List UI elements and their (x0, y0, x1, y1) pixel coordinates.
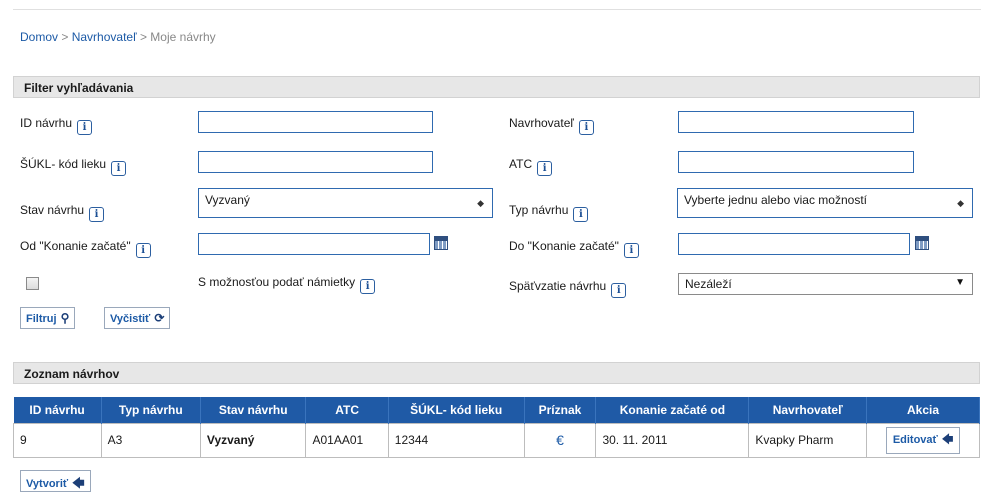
filter-section-header: Filter vyhľadávania (13, 76, 980, 98)
column-header[interactable]: Typ návrhu (101, 397, 201, 423)
column-header[interactable]: ATC (305, 397, 389, 423)
arrow-left-icon: 🡄 (941, 433, 954, 446)
info-icon[interactable]: i (89, 207, 105, 222)
withdraw-dropdown[interactable]: Nezáleží ▼ (678, 273, 973, 295)
updown-icon: ◆ (477, 198, 484, 208)
state-select[interactable]: Vyzvaný ◆ (198, 188, 493, 218)
table-row: 9 A3 Vyzvaný A01AA01 12344 € 30. 11. 201… (13, 422, 980, 458)
type-label: Typ návrhu i (509, 203, 589, 222)
column-header[interactable]: Príznak (524, 397, 597, 423)
cell-action: Editovať 🡄 (866, 422, 980, 458)
cell-proposer: Kvapky Pharm (748, 422, 868, 458)
updown-icon: ◆ (957, 198, 964, 208)
info-icon[interactable]: i (360, 279, 376, 294)
calendar-icon[interactable] (915, 236, 929, 250)
breadcrumb-home-link[interactable]: Domov (20, 30, 58, 44)
proposer-label: Navrhovateľ i (509, 116, 594, 135)
type-select[interactable]: Vyberte jednu alebo viac možností ◆ (677, 188, 973, 218)
cell-started: 30. 11. 2011 (595, 422, 750, 458)
objection-label-text: S možnosťou podať námietky (198, 275, 356, 289)
objection-label: S možnosťou podať námietky i (198, 275, 376, 294)
create-button-label: Vytvoriť (26, 478, 69, 490)
list-section-header: Zoznam návrhov (13, 362, 980, 384)
info-icon[interactable]: i (77, 120, 93, 135)
arrow-left-icon: 🡄 (72, 476, 85, 490)
reset-icon: ⟳ (154, 311, 165, 325)
type-select-value: Vyberte jednu alebo viac možností (684, 193, 867, 207)
sukl-label-text: ŠÚKL- kód lieku (20, 157, 107, 171)
id-label: ID návrhu i (20, 116, 93, 135)
column-header[interactable]: Konanie začaté od (595, 397, 750, 423)
column-header[interactable]: Akcia (866, 397, 980, 423)
column-header[interactable]: ID návrhu (13, 397, 102, 423)
info-icon[interactable]: i (611, 283, 627, 298)
filter-button[interactable]: Filtruj ⚲ (20, 307, 76, 329)
to-label: Do "Konanie začaté" i (509, 239, 639, 258)
info-icon[interactable]: i (111, 161, 127, 176)
id-input[interactable] (198, 111, 433, 133)
info-icon[interactable]: i (623, 243, 639, 258)
sukl-label: ŠÚKL- kód lieku i (20, 157, 127, 176)
atc-label: ATC i (509, 157, 553, 176)
info-icon[interactable]: i (537, 161, 553, 176)
breadcrumb-current: Moje návrhy (150, 30, 216, 44)
top-divider (13, 9, 981, 10)
cell-sukl: 12344 (387, 422, 525, 458)
info-icon[interactable]: i (135, 243, 151, 258)
to-label-text: Do "Konanie začaté" (509, 239, 619, 253)
breadcrumb: Domov > Navrhovateľ > Moje návrhy (20, 30, 216, 44)
cell-id: 9 (13, 422, 102, 458)
create-button[interactable]: Vytvoriť 🡄 (20, 470, 91, 492)
proposer-label-text: Navrhovateľ (509, 116, 574, 130)
edit-button[interactable]: Editovať 🡄 (885, 426, 961, 454)
state-label: Stav návrhu i (20, 203, 105, 222)
search-icon: ⚲ (60, 311, 70, 325)
info-icon[interactable]: i (578, 120, 594, 135)
cell-flag: € (523, 422, 597, 458)
from-label: Od "Konanie začaté" i (20, 239, 151, 258)
objection-checkbox[interactable] (26, 277, 39, 290)
column-header[interactable]: Navrhovateľ (748, 397, 868, 423)
proposals-table: ID návrhu Typ návrhu Stav návrhu ATC ŠÚK… (13, 397, 980, 458)
state-label-text: Stav návrhu (20, 203, 85, 217)
withdraw-dropdown-value: Nezáleží (685, 277, 732, 291)
table-header-row: ID návrhu Typ návrhu Stav návrhu ATC ŠÚK… (13, 397, 980, 423)
id-label-text: ID návrhu (20, 116, 73, 130)
clear-button[interactable]: Vyčistiť ⟳ (104, 307, 171, 329)
info-icon[interactable]: i (573, 207, 589, 222)
column-header[interactable]: ŠÚKL- kód lieku (388, 397, 525, 423)
from-date-input[interactable] (198, 233, 430, 255)
chevron-down-icon: ▼ (955, 277, 965, 288)
withdraw-label: Späťvzatie návrhu i (509, 279, 627, 298)
to-date-input[interactable] (678, 233, 910, 255)
from-label-text: Od "Konanie začaté" (20, 239, 131, 253)
cell-type: A3 (100, 422, 201, 458)
withdraw-label-text: Späťvzatie návrhu (509, 279, 607, 293)
euro-icon: € (556, 432, 564, 448)
state-select-value: Vyzvaný (205, 193, 250, 207)
clear-button-label: Vyčistiť (110, 313, 151, 325)
breadcrumb-proposer-link[interactable]: Navrhovateľ (72, 30, 137, 44)
cell-state: Vyzvaný (199, 422, 307, 458)
sukl-input[interactable] (198, 151, 433, 173)
cell-atc: A01AA01 (305, 422, 389, 458)
breadcrumb-separator: > (61, 30, 69, 44)
column-header[interactable]: Stav návrhu (200, 397, 307, 423)
type-label-text: Typ návrhu (509, 203, 569, 217)
atc-label-text: ATC (509, 157, 533, 171)
edit-button-label: Editovať (892, 433, 938, 446)
proposer-input[interactable] (678, 111, 914, 133)
filter-button-label: Filtruj (26, 313, 57, 325)
atc-input[interactable] (678, 151, 914, 173)
calendar-icon[interactable] (434, 236, 448, 250)
breadcrumb-separator: > (139, 30, 147, 44)
